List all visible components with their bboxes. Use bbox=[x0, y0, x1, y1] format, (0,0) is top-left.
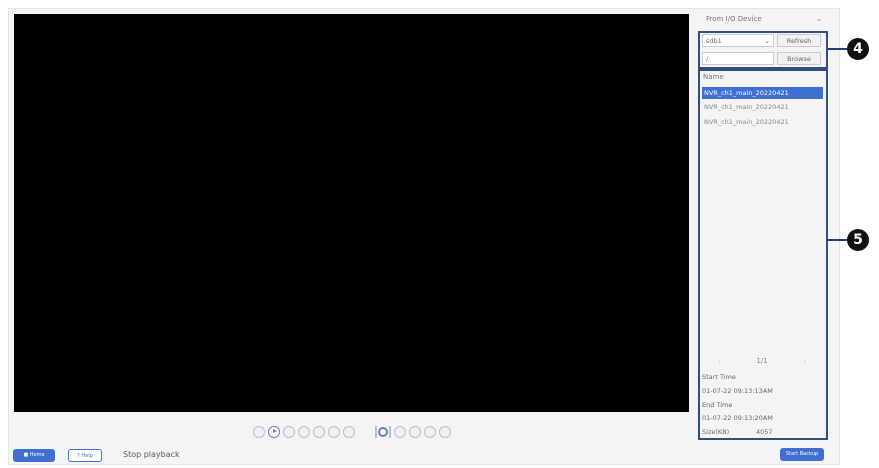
status-text: Stop playback bbox=[123, 450, 180, 459]
next-frame-control-icon[interactable] bbox=[342, 426, 355, 438]
clip-control-icon[interactable] bbox=[408, 426, 421, 438]
file-list-item[interactable]: NVR_ch1_main_20220421 bbox=[702, 101, 823, 113]
pause-control-icon[interactable] bbox=[282, 426, 295, 438]
file-list-item[interactable]: NVR_ch1_main_20220421 bbox=[702, 116, 823, 128]
playback-controls bbox=[14, 420, 689, 444]
play-control-icon[interactable] bbox=[267, 426, 280, 438]
fast-forward-control-icon[interactable] bbox=[312, 426, 325, 438]
size-value: 4057 bbox=[756, 428, 773, 436]
stop-control-icon[interactable] bbox=[252, 426, 265, 438]
callout-line-4 bbox=[828, 48, 848, 50]
snapshot-control-icon[interactable] bbox=[393, 426, 406, 438]
end-time-label: End Time bbox=[702, 401, 733, 409]
callout-box-4 bbox=[698, 31, 828, 69]
volume-control-icon[interactable] bbox=[438, 426, 451, 438]
home-label: Home bbox=[29, 452, 45, 458]
playback-video-area[interactable] bbox=[14, 14, 689, 412]
page-indicator: 1/1 bbox=[756, 357, 768, 365]
frame-step-control-icon[interactable] bbox=[374, 425, 391, 439]
chevron-right-icon[interactable]: › bbox=[803, 357, 806, 366]
help-label: Help bbox=[81, 453, 93, 459]
rewind-control-icon[interactable] bbox=[297, 426, 310, 438]
source-select[interactable]: From I/O Device ⌄ bbox=[702, 11, 826, 27]
help-icon: ? bbox=[77, 453, 80, 459]
callout-line-5 bbox=[828, 239, 848, 241]
chevron-left-icon[interactable]: ‹ bbox=[718, 357, 721, 366]
bottom-bar: ■ Home ? Help Stop playback bbox=[8, 444, 698, 466]
start-backup-button[interactable]: Start Backup bbox=[780, 448, 824, 461]
end-time-value: 01-07-22 09:13:20AM bbox=[702, 414, 773, 422]
source-select-value: From I/O Device bbox=[706, 15, 762, 23]
previous-frame-control-icon[interactable] bbox=[327, 426, 340, 438]
zoom-control-icon[interactable] bbox=[423, 426, 436, 438]
pager: ‹ 1/1 › bbox=[700, 355, 824, 367]
callout-4: 4 bbox=[847, 38, 869, 60]
start-time-label: Start Time bbox=[702, 373, 736, 381]
callout-5: 5 bbox=[847, 229, 869, 251]
help-button[interactable]: ? Help bbox=[68, 449, 102, 462]
chevron-down-icon: ⌄ bbox=[816, 15, 822, 23]
start-time-value: 01-07-22 09:13:13AM bbox=[702, 387, 773, 395]
size-label: Size(KB) bbox=[702, 428, 730, 436]
home-button[interactable]: ■ Home bbox=[13, 449, 55, 462]
home-icon: ■ bbox=[23, 452, 29, 458]
file-list-header: Name bbox=[703, 73, 724, 81]
file-list-item[interactable]: NVR_ch1_main_20220421 bbox=[702, 87, 823, 99]
